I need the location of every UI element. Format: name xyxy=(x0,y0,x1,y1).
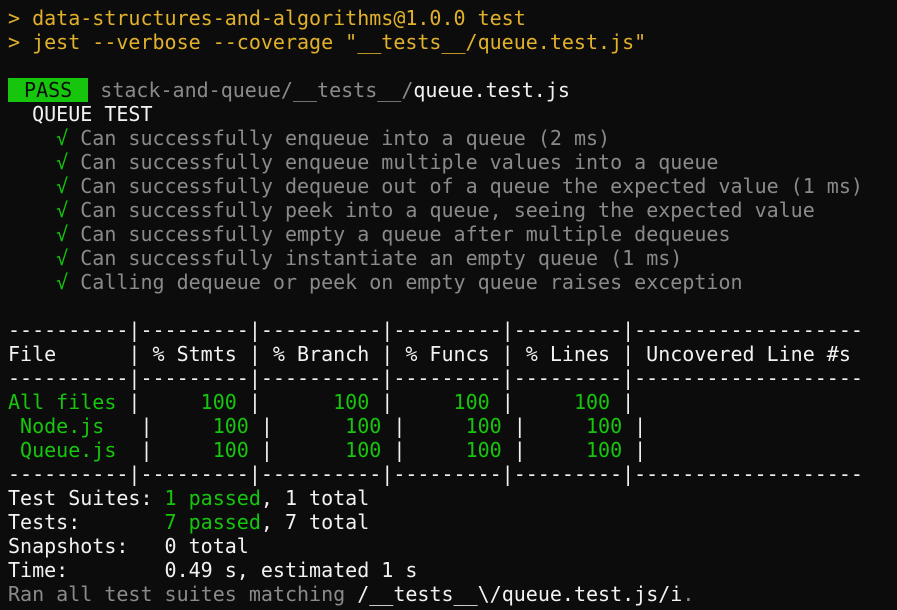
coverage-separator: ----------|---------|----------|--------… xyxy=(8,462,863,486)
coverage-lines: 100 xyxy=(573,390,611,414)
time-label: Time: xyxy=(8,558,165,582)
test-path-dir: stack-and-queue/__tests__/ xyxy=(100,78,414,102)
coverage-branch: 100 xyxy=(345,414,382,438)
test-case-line: √ Can successfully dequeue out of a queu… xyxy=(8,174,897,198)
tests-passed: 7 passed xyxy=(164,510,261,534)
terminal-window[interactable]: > data-structures-and-algorithms@1.0.0 t… xyxy=(0,0,897,610)
test-case-name: Can successfully enqueue multiple values… xyxy=(80,150,719,174)
coverage-row: Node.js | 100 | 100 | 100 | 100 | xyxy=(8,414,647,438)
coverage-stmts: 100 xyxy=(212,414,249,438)
snapshots-label: Snapshots: xyxy=(8,534,165,558)
coverage-file: All files xyxy=(8,390,117,414)
check-icon: √ xyxy=(56,126,69,150)
ran-suffix: . xyxy=(682,582,695,606)
coverage-lines: 100 xyxy=(586,438,623,462)
coverage-separator: ----------|---------|----------|--------… xyxy=(8,318,863,342)
coverage-stmts: 100 xyxy=(200,390,237,414)
test-case-line: √ Can successfully empty a queue after m… xyxy=(8,222,897,246)
pass-badge: PASS xyxy=(8,78,89,102)
test-case-name: Can successfully peek into a queue, seei… xyxy=(80,198,815,222)
check-icon: √ xyxy=(56,246,69,270)
suites-passed: 1 passed xyxy=(164,486,261,510)
test-path-file: queue.test.js xyxy=(413,78,570,102)
suites-total: , 1 total xyxy=(260,486,370,510)
coverage-header: File | % Stmts | % Branch | % Funcs | % … xyxy=(8,342,863,366)
snapshots-value: 0 total xyxy=(164,534,249,558)
test-case-name: Can successfully instantiate an empty qu… xyxy=(80,246,683,270)
coverage-branch: 100 xyxy=(345,438,382,462)
check-icon: √ xyxy=(56,198,69,222)
tests-total: , 7 total xyxy=(260,510,370,534)
test-case-name: Calling dequeue or peek on empty queue r… xyxy=(80,270,743,294)
coverage-row: Queue.js | 100 | 100 | 100 | 100 | xyxy=(8,438,647,462)
test-case-line: √ Can successfully enqueue into a queue … xyxy=(8,126,897,150)
test-case-name: Can successfully dequeue out of a queue … xyxy=(80,174,863,198)
coverage-row: All files | 100 | 100 | 100 | 100 | xyxy=(8,390,635,414)
summary-ran: Ran all test suites matching /__tests__\… xyxy=(8,582,897,606)
describe-title-line: QUEUE TEST xyxy=(8,102,897,126)
test-case-line: √ Can successfully enqueue multiple valu… xyxy=(8,150,897,174)
npm-script-line: > data-structures-and-algorithms@1.0.0 t… xyxy=(8,6,526,30)
check-icon: √ xyxy=(56,222,69,246)
coverage-funcs: 100 xyxy=(453,390,490,414)
test-case-line: √ Can successfully instantiate an empty … xyxy=(8,246,897,270)
test-case-name: Can successfully empty a queue after mul… xyxy=(80,222,731,246)
summary-tests: Tests: 7 passed, 7 total xyxy=(8,510,897,534)
time-value: 0.49 s, estimated 1 s xyxy=(164,558,418,582)
summary-suites: Test Suites: 1 passed, 1 total xyxy=(8,486,897,510)
tests-label: Tests: xyxy=(8,510,165,534)
summary-snapshots: Snapshots: 0 total xyxy=(8,534,897,558)
describe-title: QUEUE TEST xyxy=(32,102,153,126)
coverage-separator: ----------|---------|----------|--------… xyxy=(8,366,863,390)
coverage-lines: 100 xyxy=(586,414,623,438)
check-icon: √ xyxy=(56,270,69,294)
test-case-line: √ Calling dequeue or peek on empty queue… xyxy=(8,270,897,294)
test-case-name: Can successfully enqueue into a queue (2… xyxy=(80,126,611,150)
suites-label: Test Suites: xyxy=(8,486,165,510)
coverage-file: Queue.js xyxy=(8,438,117,462)
coverage-stmts: 100 xyxy=(212,438,249,462)
coverage-file: Node.js xyxy=(8,414,105,438)
coverage-funcs: 100 xyxy=(465,438,502,462)
jest-command-line: > jest --verbose --coverage "__tests__/q… xyxy=(8,30,647,54)
test-result-line: PASS stack-and-queue/__tests__/queue.tes… xyxy=(8,78,897,102)
ran-pattern: /__tests__\/queue.test.js/i xyxy=(357,582,683,606)
check-icon: √ xyxy=(56,150,69,174)
test-case-line: √ Can successfully peek into a queue, se… xyxy=(8,198,897,222)
check-icon: √ xyxy=(56,174,69,198)
coverage-branch: 100 xyxy=(333,390,370,414)
ran-prefix: Ran all test suites matching xyxy=(8,582,358,606)
summary-time: Time: 0.49 s, estimated 1 s xyxy=(8,558,897,582)
coverage-funcs: 100 xyxy=(465,414,502,438)
